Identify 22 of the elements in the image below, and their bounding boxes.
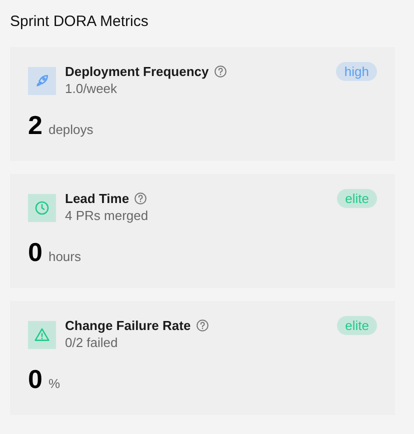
- metric-unit: deploys: [48, 122, 94, 137]
- metric-value: 0: [28, 364, 42, 395]
- warning-icon: [28, 321, 56, 349]
- clock-icon: [28, 194, 56, 222]
- rocket-icon: [28, 67, 56, 95]
- metric-value: 0: [28, 237, 42, 268]
- section-title: Sprint DORA Metrics: [10, 13, 150, 30]
- metric-name: Change Failure Rate: [65, 318, 191, 333]
- metric-unit: %: [48, 376, 60, 391]
- rating-badge: elite: [337, 316, 377, 335]
- metric-detail: 1.0/week: [65, 81, 118, 96]
- rating-badge: elite: [337, 189, 377, 208]
- metric-detail: 4 PRs merged: [65, 208, 150, 223]
- rating-badge: high: [336, 62, 377, 81]
- metric-value: 2: [28, 110, 42, 141]
- metric-name: Deployment Frequency: [65, 64, 209, 79]
- metric-unit: hours: [48, 249, 81, 264]
- metric-name: Lead Time: [65, 191, 130, 206]
- help-icon[interactable]: [214, 65, 227, 78]
- help-icon[interactable]: [134, 192, 148, 205]
- help-icon[interactable]: [196, 319, 209, 332]
- metric-detail: 0/2 failed: [65, 335, 119, 350]
